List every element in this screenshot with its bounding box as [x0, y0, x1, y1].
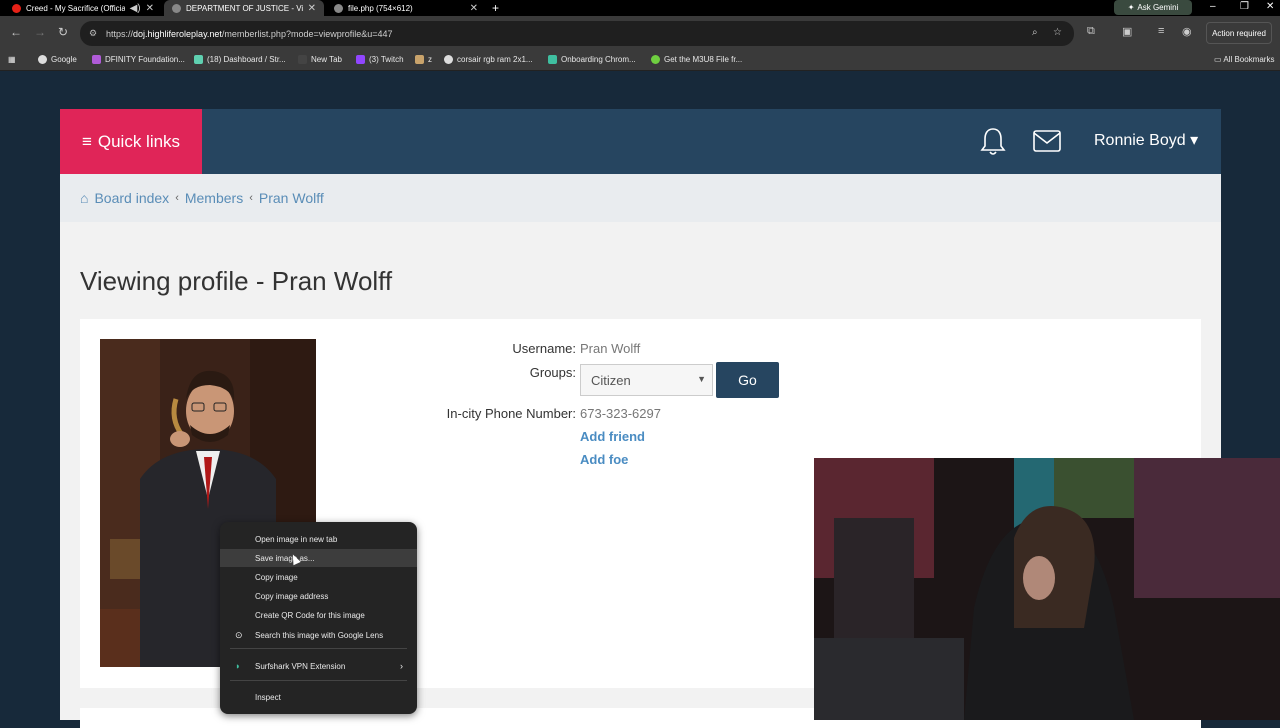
home-icon: ⌂ [80, 190, 89, 206]
menu-divider [230, 648, 407, 649]
breadcrumb-members[interactable]: Members [185, 190, 243, 206]
dashboard-icon [194, 55, 203, 64]
username-label: Username: [512, 341, 576, 356]
chevron-left-icon: ‹ [175, 192, 179, 204]
site-info-icon[interactable]: ⚙ [89, 28, 97, 39]
menu-copy-image[interactable]: Copy image [220, 568, 417, 586]
add-friend-link[interactable]: Add friend [580, 429, 645, 444]
messages-envelope-icon[interactable] [1032, 128, 1062, 154]
bookmark-new-tab[interactable]: New Tab [298, 55, 342, 64]
tab-search-icon[interactable]: ▣ [1122, 25, 1132, 38]
minimize-icon[interactable]: – [1210, 1, 1216, 12]
extensions-icon[interactable]: ⧉ [1087, 25, 1095, 38]
tab-doj[interactable]: DEPARTMENT OF JUSTICE - Vie ✕ [164, 0, 324, 16]
address-bar[interactable]: ⚙ https://doj.highliferoleplay.net/membe… [80, 21, 1074, 46]
bookmark-corsair[interactable]: corsair rgb ram 2x1... [444, 55, 533, 64]
twitch-icon [356, 55, 365, 64]
tab-file[interactable]: file.php (754×612) ✕ [326, 0, 486, 16]
page-icon [298, 55, 307, 64]
close-icon[interactable]: ✕ [146, 3, 154, 14]
ask-gemini-button[interactable]: ✦ Ask Gemini [1114, 0, 1192, 15]
quick-links-button[interactable]: ≡ Quick links [60, 109, 202, 174]
menu-google-lens[interactable]: ⊙ Search this image with Google Lens [220, 626, 417, 644]
menu-create-qr-code[interactable]: Create QR Code for this image [220, 606, 417, 624]
bookmark-z[interactable]: z [415, 55, 432, 64]
user-menu[interactable]: Ronnie Boyd ▾ [1094, 130, 1198, 150]
menu-save-image-as[interactable]: Save image as... [220, 549, 417, 567]
page-title: Viewing profile - Pran Wolff [80, 266, 393, 296]
chevron-down-icon: ▼ [697, 374, 706, 384]
notifications-bell-icon[interactable] [980, 126, 1006, 156]
back-icon[interactable]: ← [10, 25, 22, 39]
menu-copy-image-address[interactable]: Copy image address [220, 587, 417, 605]
add-foe-link[interactable]: Add foe [580, 452, 628, 467]
media-icon[interactable]: ≡ [1158, 25, 1164, 37]
bookmark-star-icon[interactable]: ☆ [1053, 27, 1062, 38]
bookmark-m3u8[interactable]: Get the M3U8 File fr... [651, 55, 742, 64]
image-icon [415, 55, 424, 64]
breadcrumb-board-index[interactable]: Board index [94, 190, 169, 206]
menu-divider [230, 680, 407, 681]
folder-icon: ▭ [1214, 55, 1222, 64]
all-bookmarks[interactable]: ▭ All Bookmarks [1214, 55, 1274, 64]
zoom-icon[interactable]: ⌕ [1032, 27, 1038, 38]
globe-icon [172, 3, 181, 13]
restore-icon[interactable]: ❐ [1240, 1, 1249, 12]
dfinity-icon [92, 55, 101, 64]
gemini-icon: ✦ [1127, 3, 1135, 12]
tab-creed[interactable]: Creed - My Sacrifice (Officia ◀) ✕ [4, 0, 162, 16]
audio-icon: ◀) [129, 2, 141, 14]
groups-select[interactable]: Citizen ▼ [580, 364, 713, 396]
close-icon[interactable]: ✕ [470, 3, 478, 14]
breadcrumb: ⌂ Board index ‹ Members ‹ Pran Wolff [60, 174, 1221, 222]
groups-label: Groups: [529, 365, 576, 380]
chevron-right-icon: › [400, 661, 403, 671]
hamburger-icon: ≡ [81, 131, 92, 151]
download-icon [651, 55, 660, 64]
bookmark-dashboard[interactable]: (18) Dashboard / Str... [194, 55, 286, 64]
new-tab-button[interactable]: + [492, 1, 499, 15]
bookmark-google[interactable]: Google [38, 55, 77, 64]
globe-icon [334, 3, 343, 13]
go-button[interactable]: Go [716, 362, 779, 398]
bookmark-twitch[interactable]: (3) Twitch [356, 55, 404, 64]
window-close-icon[interactable]: ✕ [1266, 1, 1274, 12]
close-icon[interactable]: ✕ [308, 3, 316, 14]
username-value: Pran Wolff [580, 341, 641, 356]
forward-icon[interactable]: → [34, 25, 46, 39]
profile-icon[interactable]: ◉ [1182, 25, 1192, 38]
apps-icon[interactable]: ▦ [8, 55, 16, 64]
google-icon [444, 55, 453, 64]
bookmark-dfinity[interactable]: DFINITY Foundation... [92, 55, 185, 64]
menu-surfshark[interactable]: ◗ Surfshark VPN Extension › [220, 657, 417, 675]
lens-icon: ⊙ [235, 629, 243, 640]
tab-strip: Creed - My Sacrifice (Officia ◀) ✕ DEPAR… [0, 0, 1280, 16]
surfshark-icon [548, 55, 557, 64]
surfshark-icon: ◗ [235, 661, 241, 671]
action-required-button[interactable]: Action required [1206, 22, 1272, 44]
context-menu: Open image in new tab Save image as... C… [220, 522, 417, 714]
youtube-icon [12, 3, 21, 13]
reload-icon[interactable]: ↻ [58, 25, 68, 39]
google-icon [38, 55, 47, 64]
phone-value: 673-323-6297 [580, 406, 661, 421]
menu-open-image-new-tab[interactable]: Open image in new tab [220, 530, 417, 548]
bookmark-onboarding[interactable]: Onboarding Chrom... [548, 55, 636, 64]
chevron-left-icon: ‹ [249, 192, 253, 204]
breadcrumb-current[interactable]: Pran Wolff [259, 190, 324, 206]
bookmarks-bar: ▦ Google DFINITY Foundation... (18) Dash… [0, 51, 1280, 71]
menu-inspect[interactable]: Inspect [220, 688, 417, 706]
phone-label: In-city Phone Number: [446, 406, 576, 421]
webcam-overlay [814, 458, 1280, 720]
